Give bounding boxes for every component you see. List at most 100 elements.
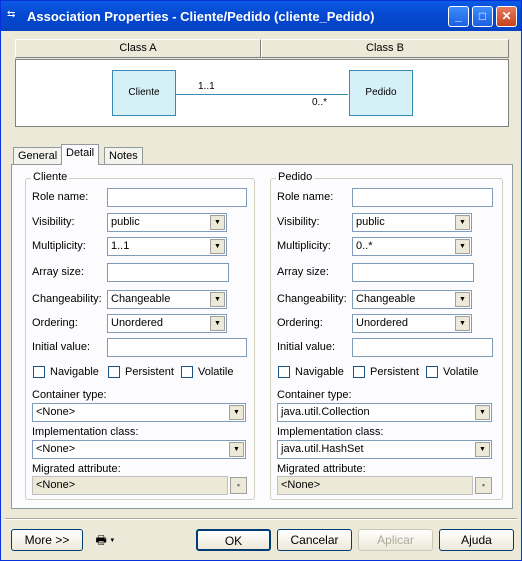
dropdown-arrow-icon[interactable]: ▼ [229,442,244,457]
multiplicity-select[interactable]: 1..1 ▼ [107,237,227,256]
changeability-label: Changeability: [277,293,347,305]
cliente-group-label: Cliente [31,171,70,183]
ordering-select[interactable]: Unordered ▼ [352,314,472,333]
volatile-label: Volatile [443,366,479,378]
dropdown-arrow-icon[interactable]: ▼ [210,215,225,230]
multiplicity-b-label: 0..* [312,97,328,108]
association-line [176,94,348,95]
dropdown-arrow-icon[interactable]: ▼ [210,292,225,307]
ordering-label: Ordering: [32,317,78,329]
implementation-class-select[interactable]: <None> ▼ [32,440,246,459]
visibility-select[interactable]: public ▼ [352,213,472,232]
dropdown-arrow-icon[interactable]: ▼ [455,316,470,331]
multiplicity-label: Multiplicity: [32,240,86,252]
migrated-attribute-field: <None> [277,476,473,495]
array-size-field[interactable] [352,263,474,282]
navigable-label: Navigable [295,366,344,378]
container-type-value: java.util.Collection [281,406,370,418]
migrated-attribute-label: Migrated attribute: [277,463,366,475]
initial-value-label: Initial value: [32,341,91,353]
role-name-field[interactable] [352,188,493,207]
class-a-box: Cliente [112,70,176,116]
persistent-label: Persistent [125,366,174,378]
changeability-value: Changeable [356,293,416,305]
ok-button[interactable]: OK [196,529,271,551]
container-type-label: Container type: [32,389,107,401]
persistent-checkbox[interactable] [108,366,120,378]
dialog-window: ⇆ Association Properties - Cliente/Pedid… [0,0,522,561]
multiplicity-select[interactable]: 0..* ▼ [352,237,472,256]
changeability-select[interactable]: Changeable ▼ [107,290,227,309]
window-title: Association Properties - Cliente/Pedido … [27,9,375,24]
changeability-label: Changeability: [32,293,102,305]
role-name-label: Role name: [32,191,89,203]
navigable-checkbox[interactable] [278,366,290,378]
title-bar[interactable]: ⇆ Association Properties - Cliente/Pedid… [1,1,521,31]
properties-icon[interactable]: ▪ [475,477,492,494]
visibility-label: Visibility: [32,216,75,228]
initial-value-field[interactable] [107,338,247,357]
class-b-header: Class B [261,39,509,58]
dropdown-arrow-icon[interactable]: ▼ [210,239,225,254]
dropdown-arrow-icon[interactable]: ▼ [455,239,470,254]
container-type-select[interactable]: java.util.Collection ▼ [277,403,492,422]
class-a-header: Class A [15,39,261,58]
maximize-button[interactable]: □ [472,6,493,27]
volatile-checkbox[interactable] [426,366,438,378]
migrated-attribute-field: <None> [32,476,228,495]
tab-notes[interactable]: Notes [104,147,143,165]
dropdown-arrow-icon[interactable]: ▼ [229,405,244,420]
visibility-label: Visibility: [277,216,320,228]
implementation-class-select[interactable]: java.util.HashSet ▼ [277,440,492,459]
ordering-value: Unordered [111,317,163,329]
role-name-field[interactable] [107,188,247,207]
multiplicity-value: 0..* [356,240,373,252]
printer-icon[interactable]: 🖶 ▾ [87,529,123,551]
container-type-value: <None> [36,406,76,418]
dropdown-arrow-icon[interactable]: ▼ [210,316,225,331]
ordering-select[interactable]: Unordered ▼ [107,314,227,333]
array-size-label: Array size: [32,266,84,278]
changeability-value: Changeable [111,293,171,305]
changeability-select[interactable]: Changeable ▼ [352,290,472,309]
array-size-label: Array size: [277,266,329,278]
apply-button[interactable]: Aplicar [358,529,433,551]
visibility-value: public [111,216,140,228]
tab-general[interactable]: General [13,147,63,165]
association-diagram: Cliente 1..1 0..* Pedido [15,59,509,127]
container-type-select[interactable]: <None> ▼ [32,403,246,422]
ordering-label: Ordering: [277,317,323,329]
more-button[interactable]: More >> [11,529,83,551]
pedido-group-label: Pedido [276,171,315,183]
persistent-checkbox[interactable] [353,366,365,378]
role-name-label: Role name: [277,191,334,203]
association-icon: ⇆ [7,9,16,20]
properties-icon[interactable]: ▪ [230,477,247,494]
implementation-class-label: Implementation class: [277,426,384,438]
migrated-attribute-label: Migrated attribute: [32,463,121,475]
dropdown-arrow-icon[interactable]: ▼ [475,442,490,457]
help-button[interactable]: Ajuda [439,529,514,551]
implementation-class-label: Implementation class: [32,426,139,438]
dropdown-arrow-icon[interactable]: ▼ [455,292,470,307]
volatile-checkbox[interactable] [181,366,193,378]
visibility-value: public [356,216,385,228]
class-b-box: Pedido [349,70,413,116]
button-separator [5,518,517,520]
initial-value-field[interactable] [352,338,493,357]
navigable-label: Navigable [50,366,99,378]
initial-value-label: Initial value: [277,341,336,353]
minimize-button[interactable]: _ [448,6,469,27]
cancel-button[interactable]: Cancelar [277,529,352,551]
multiplicity-label: Multiplicity: [277,240,331,252]
ordering-value: Unordered [356,317,408,329]
array-size-field[interactable] [107,263,229,282]
dropdown-arrow-icon[interactable]: ▼ [455,215,470,230]
close-button[interactable]: ✕ [496,6,517,27]
tab-detail[interactable]: Detail [61,144,100,165]
visibility-select[interactable]: public ▼ [107,213,227,232]
implementation-class-value: java.util.HashSet [281,443,364,455]
navigable-checkbox[interactable] [33,366,45,378]
implementation-class-value: <None> [36,443,76,455]
dropdown-arrow-icon[interactable]: ▼ [475,405,490,420]
